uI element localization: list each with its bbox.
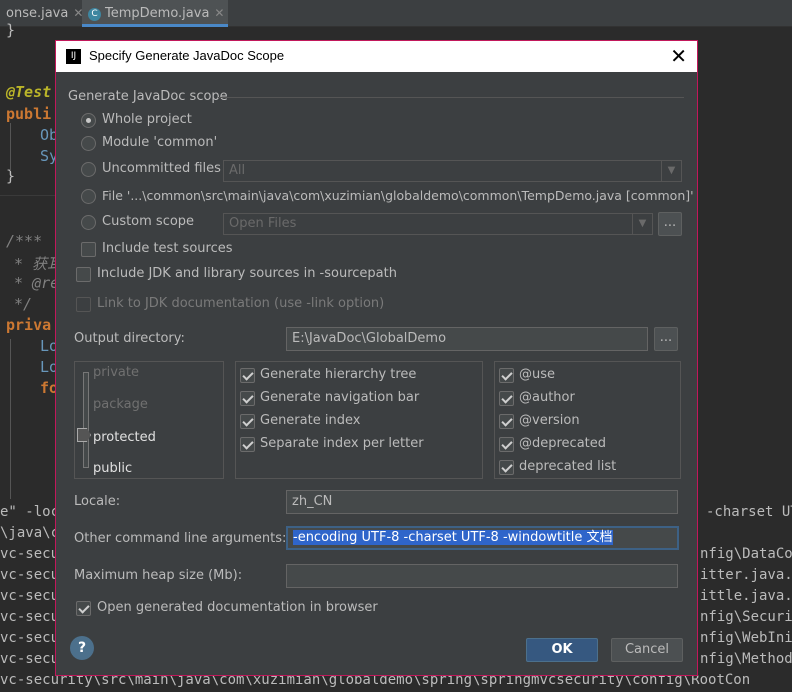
radio-label[interactable]: Uncommitted files: [102, 161, 221, 176]
max-heap-label: Maximum heap size (Mb):: [74, 568, 243, 583]
radio-label[interactable]: File '...\common\src\main\java\com\xuzim…: [102, 188, 694, 203]
generate-navigation-bar-checkbox[interactable]: [240, 391, 255, 406]
indent-guide: [10, 339, 11, 499]
terminal-line-tail: nfig\Securi: [700, 609, 792, 625]
deprecated-list-checkbox[interactable]: [499, 460, 514, 475]
checkbox-label[interactable]: Include test sources: [102, 241, 233, 256]
uncommitted-combo[interactable]: All ▼: [223, 160, 682, 182]
visibility-level: package: [93, 397, 148, 412]
java-class-icon: C: [88, 8, 101, 21]
close-icon[interactable]: ✕: [214, 6, 224, 20]
radio-label[interactable]: Custom scope: [102, 214, 194, 229]
chevron-down-icon: ▼: [632, 214, 652, 234]
terminal-line-tail: nfig\DataCo: [700, 546, 792, 562]
cancel-button[interactable]: Cancel: [611, 638, 683, 662]
generate-index-checkbox[interactable]: [240, 414, 255, 429]
tag-use-checkbox[interactable]: [499, 368, 514, 383]
code-line: * @re: [14, 274, 60, 292]
code-line: priva: [6, 316, 52, 334]
tab-tempdemo-java[interactable]: C TempDemo.java ✕: [82, 0, 228, 27]
open-in-browser-checkbox[interactable]: [76, 601, 91, 616]
tab-label: onse.java: [6, 6, 69, 21]
checkbox-label[interactable]: Generate navigation bar: [260, 390, 419, 405]
ok-button[interactable]: OK: [526, 638, 598, 662]
terminal-line: \java\c: [0, 525, 60, 541]
terminal-line-tail: -charset UT: [706, 504, 792, 520]
code-line: }: [6, 21, 16, 39]
dialog-title: Specify Generate JavaDoc Scope: [89, 48, 285, 63]
checkbox-label[interactable]: Generate index: [260, 413, 360, 428]
tag-options-panel: @use @author @version @deprecated deprec…: [494, 361, 681, 479]
terminal-line-tail: nfig\WebIni: [700, 630, 792, 646]
combo-value: All: [229, 163, 246, 178]
generate-options-panel: Generate hierarchy tree Generate navigat…: [235, 361, 483, 479]
output-dir-input[interactable]: E:\JavaDoc\GlobalDemo: [286, 327, 648, 351]
visibility-panel: private package protected public: [74, 361, 224, 479]
generate-hierarchy-tree-checkbox[interactable]: [240, 368, 255, 383]
terminal-line-tail: itter.java.: [700, 567, 792, 583]
terminal-line: e" -loc: [0, 504, 60, 520]
radio-module[interactable]: [81, 136, 96, 151]
combo-value: Open Files: [229, 216, 297, 231]
radio-uncommitted-files[interactable]: [81, 162, 96, 177]
code-line: /***: [6, 232, 43, 250]
output-dir-label: Output directory:: [74, 331, 185, 346]
visibility-level: private: [93, 365, 139, 380]
javadoc-scope-dialog: IJ Specify Generate JavaDoc Scope ✕ Gene…: [55, 40, 698, 676]
checkbox-label[interactable]: Include JDK and library sources in -sour…: [97, 266, 397, 281]
editor-tab-bar: onse.java ✕ C TempDemo.java ✕: [0, 0, 792, 27]
radio-file[interactable]: [81, 189, 96, 204]
checkbox-label[interactable]: deprecated list: [519, 459, 616, 474]
scope-group-label: Generate JavaDoc scope: [68, 89, 228, 104]
checkbox-label[interactable]: Separate index per letter: [260, 436, 424, 451]
selected-text: -encoding UTF-8 -charset UTF-8 -windowti…: [293, 530, 613, 545]
checkbox-label[interactable]: Open generated documentation in browser: [97, 600, 378, 615]
close-icon[interactable]: ✕: [670, 44, 687, 68]
visibility-slider-track[interactable]: [83, 372, 89, 468]
checkbox-label[interactable]: Link to JDK documentation (use -link opt…: [97, 296, 384, 311]
link-jdk-checkbox[interactable]: [76, 297, 91, 312]
radio-custom-scope[interactable]: [81, 215, 96, 230]
divider: [0, 195, 60, 196]
custom-scope-combo[interactable]: Open Files ▼: [223, 213, 653, 235]
code-line: */: [14, 295, 33, 313]
checkbox-label[interactable]: @version: [519, 413, 580, 428]
indent-guide: [10, 123, 11, 171]
include-jdk-checkbox[interactable]: [76, 267, 91, 282]
code-line: publi: [6, 105, 52, 123]
checkbox-label[interactable]: @deprecated: [519, 436, 606, 451]
group-divider: [218, 97, 684, 98]
help-icon[interactable]: ?: [70, 636, 94, 660]
checkbox-label[interactable]: @author: [519, 390, 575, 405]
checkbox-label[interactable]: @use: [519, 367, 555, 382]
visibility-level-selected: protected: [93, 430, 156, 445]
tag-author-checkbox[interactable]: [499, 391, 514, 406]
visibility-level: public: [93, 461, 133, 476]
custom-scope-browse-button[interactable]: ...: [658, 212, 682, 236]
tab-label: TempDemo.java: [105, 6, 210, 21]
radio-whole-project[interactable]: [81, 113, 96, 128]
code-line: @Test: [6, 83, 52, 101]
other-args-input[interactable]: -encoding UTF-8 -charset UTF-8 -windowti…: [286, 526, 679, 550]
max-heap-input[interactable]: [286, 564, 678, 588]
locale-input[interactable]: zh_CN: [286, 490, 678, 514]
terminal-line-tail: ittle.java.: [700, 588, 792, 604]
separate-index-checkbox[interactable]: [240, 437, 255, 452]
tag-version-checkbox[interactable]: [499, 414, 514, 429]
radio-label[interactable]: Whole project: [102, 112, 192, 127]
chevron-down-icon: ▼: [661, 161, 681, 181]
locale-label: Locale:: [74, 494, 121, 509]
output-dir-browse-button[interactable]: ...: [654, 327, 678, 351]
other-args-label: Other command line arguments:: [74, 531, 287, 546]
radio-label[interactable]: Module 'common': [102, 135, 217, 150]
terminal-line-tail: nfig\Method: [700, 651, 792, 667]
dialog-title-bar[interactable]: IJ Specify Generate JavaDoc Scope ✕: [56, 41, 697, 72]
include-test-sources-checkbox[interactable]: [81, 242, 96, 257]
intellij-app-icon: IJ: [66, 49, 81, 64]
checkbox-label[interactable]: Generate hierarchy tree: [260, 367, 416, 382]
tag-deprecated-checkbox[interactable]: [499, 437, 514, 452]
